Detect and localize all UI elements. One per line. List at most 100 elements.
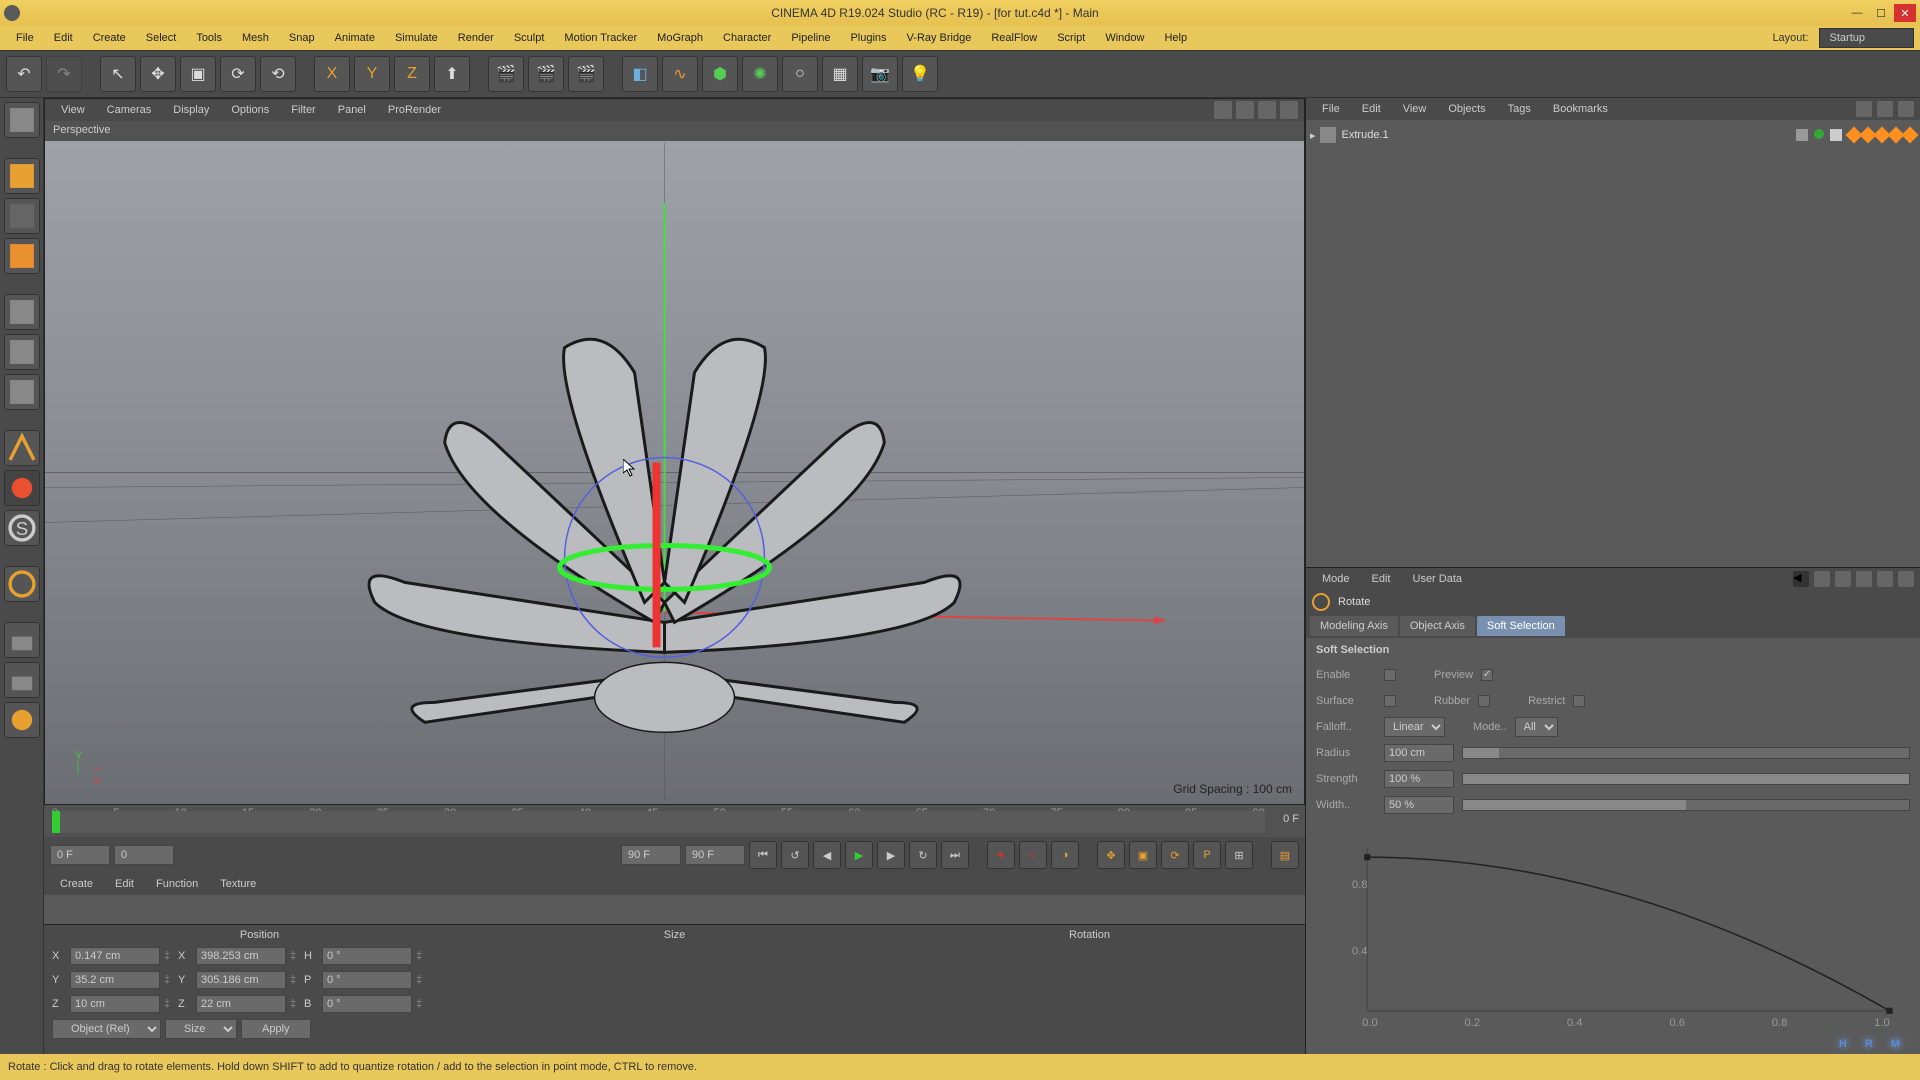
coord-rot-B[interactable]	[322, 995, 412, 1013]
vp-menu-cameras[interactable]: Cameras	[97, 101, 162, 119]
phong-tag[interactable]	[1902, 127, 1919, 144]
generator[interactable]: ⬢	[702, 56, 738, 92]
close-button[interactable]: ✕	[1894, 4, 1916, 22]
menu-render[interactable]: Render	[448, 28, 504, 48]
menu-edit[interactable]: Edit	[44, 28, 83, 48]
falloff-curve[interactable]: 0.8 0.4 0.0 0.2 0.4 0.6 0.8 1.0	[1316, 820, 1910, 1048]
am-back-icon[interactable]: ◀	[1793, 571, 1809, 587]
radius-input[interactable]	[1384, 744, 1454, 762]
tag-icon[interactable]	[1830, 129, 1842, 141]
tab-modeling-axis[interactable]: Modeling Axis	[1310, 616, 1398, 636]
coord-size-Z[interactable]	[196, 995, 286, 1013]
mat-menu-edit[interactable]: Edit	[105, 875, 144, 893]
coord-pos-X[interactable]	[70, 947, 160, 965]
texture-mode[interactable]	[4, 198, 40, 234]
vp-menu-display[interactable]: Display	[163, 101, 219, 119]
record-button[interactable]: ●	[987, 841, 1015, 869]
snap-toggle[interactable]: S	[4, 510, 40, 546]
coord-apply-button[interactable]: Apply	[241, 1019, 311, 1039]
vp-nav-icon[interactable]	[1214, 101, 1232, 119]
autokey-button[interactable]: ○	[1019, 841, 1047, 869]
workplane-mode[interactable]	[4, 238, 40, 274]
vp-menu-panel[interactable]: Panel	[328, 101, 376, 119]
planar-workplane[interactable]	[4, 662, 40, 698]
coord-pos-Y[interactable]	[70, 971, 160, 989]
menu-simulate[interactable]: Simulate	[385, 28, 448, 48]
light[interactable]: 📷	[862, 56, 898, 92]
menu-mesh[interactable]: Mesh	[232, 28, 279, 48]
om-menu-file[interactable]: File	[1312, 100, 1350, 118]
menu-sculpt[interactable]: Sculpt	[504, 28, 555, 48]
om-search-icon[interactable]	[1856, 101, 1872, 117]
radius-slider[interactable]	[1462, 747, 1910, 759]
scale-tool[interactable]: ▣	[180, 56, 216, 92]
3d-viewport[interactable]: Grid Spacing : 100 cm Y│ ─ X	[45, 141, 1304, 804]
mat-menu-function[interactable]: Function	[146, 875, 208, 893]
render-view[interactable]: 🎬	[488, 56, 524, 92]
environment[interactable]: ○	[782, 56, 818, 92]
menu-realflow[interactable]: RealFlow	[981, 28, 1047, 48]
restrict-checkbox[interactable]	[1573, 695, 1585, 707]
am-icon[interactable]	[1898, 571, 1914, 587]
menu-tools[interactable]: Tools	[186, 28, 232, 48]
om-menu-edit[interactable]: Edit	[1352, 100, 1391, 118]
timeline-end-input[interactable]	[685, 845, 745, 865]
visibility-editor[interactable]	[1796, 129, 1808, 141]
model-mode[interactable]	[4, 158, 40, 194]
menu-create[interactable]: Create	[83, 28, 136, 48]
timeline-range-end[interactable]	[621, 845, 681, 865]
timeline-marker[interactable]	[52, 811, 60, 833]
next-key-button[interactable]: ↻	[909, 841, 937, 869]
maximize-button[interactable]: ☐	[1870, 4, 1892, 22]
render-picture[interactable]: 🎬	[568, 56, 604, 92]
render-settings[interactable]: 🎬	[528, 56, 564, 92]
coord-system[interactable]: ⬆	[434, 56, 470, 92]
surface-checkbox[interactable]	[1384, 695, 1396, 707]
vp-nav-icon[interactable]	[1236, 101, 1254, 119]
expand-icon[interactable]: ▸	[1310, 129, 1316, 142]
pos-key-button[interactable]: ✥	[1097, 841, 1125, 869]
spline-tool[interactable]: ∿	[662, 56, 698, 92]
rotate-tool[interactable]: ⟳	[220, 56, 256, 92]
locked-workplane[interactable]	[4, 622, 40, 658]
width-input[interactable]	[1384, 796, 1454, 814]
menu-file[interactable]: File	[6, 28, 44, 48]
layout-dropdown[interactable]: Startup	[1819, 28, 1914, 48]
menu-motion-tracker[interactable]: Motion Tracker	[554, 28, 647, 48]
menu-vray[interactable]: V-Ray Bridge	[897, 28, 982, 48]
vp-menu-view[interactable]: View	[51, 101, 95, 119]
menu-pipeline[interactable]: Pipeline	[781, 28, 840, 48]
am-fwd-icon[interactable]	[1814, 571, 1830, 587]
am-menu-mode[interactable]: Mode	[1312, 570, 1360, 588]
points-mode[interactable]	[4, 294, 40, 330]
undo-button[interactable]: ↶	[6, 56, 42, 92]
coord-object-rel[interactable]: Object (Rel)	[52, 1019, 161, 1039]
axis-mode[interactable]	[4, 430, 40, 466]
tweak-mode[interactable]	[4, 470, 40, 506]
deformer[interactable]: ✺	[742, 56, 778, 92]
param-key-button[interactable]: P	[1193, 841, 1221, 869]
timeline[interactable]: 051015202530354045505560657075808590 0 F	[44, 805, 1305, 837]
prev-key-button[interactable]: ↺	[781, 841, 809, 869]
play-button[interactable]: ▶	[845, 841, 873, 869]
material-list[interactable]	[44, 895, 1305, 924]
vp-menu-options[interactable]: Options	[221, 101, 279, 119]
menu-mograph[interactable]: MoGraph	[647, 28, 713, 48]
om-menu-objects[interactable]: Objects	[1438, 100, 1495, 118]
om-menu-tags[interactable]: Tags	[1498, 100, 1541, 118]
width-slider[interactable]	[1462, 799, 1910, 811]
workplane-icon[interactable]	[4, 566, 40, 602]
menu-script[interactable]: Script	[1047, 28, 1095, 48]
am-icon[interactable]	[1835, 571, 1851, 587]
last-tool[interactable]: ⟲	[260, 56, 296, 92]
prev-frame-button[interactable]: ◀	[813, 841, 841, 869]
am-icon[interactable]	[1877, 571, 1893, 587]
om-filter-icon[interactable]	[1898, 101, 1914, 117]
om-menu-bookmarks[interactable]: Bookmarks	[1543, 100, 1618, 118]
vp-nav-icon[interactable]	[1258, 101, 1276, 119]
menu-plugins[interactable]: Plugins	[840, 28, 896, 48]
select-tool[interactable]: ↖	[100, 56, 136, 92]
strength-input[interactable]	[1384, 770, 1454, 788]
timeline-range-start[interactable]	[114, 845, 174, 865]
tab-soft-selection[interactable]: Soft Selection	[1477, 616, 1565, 636]
